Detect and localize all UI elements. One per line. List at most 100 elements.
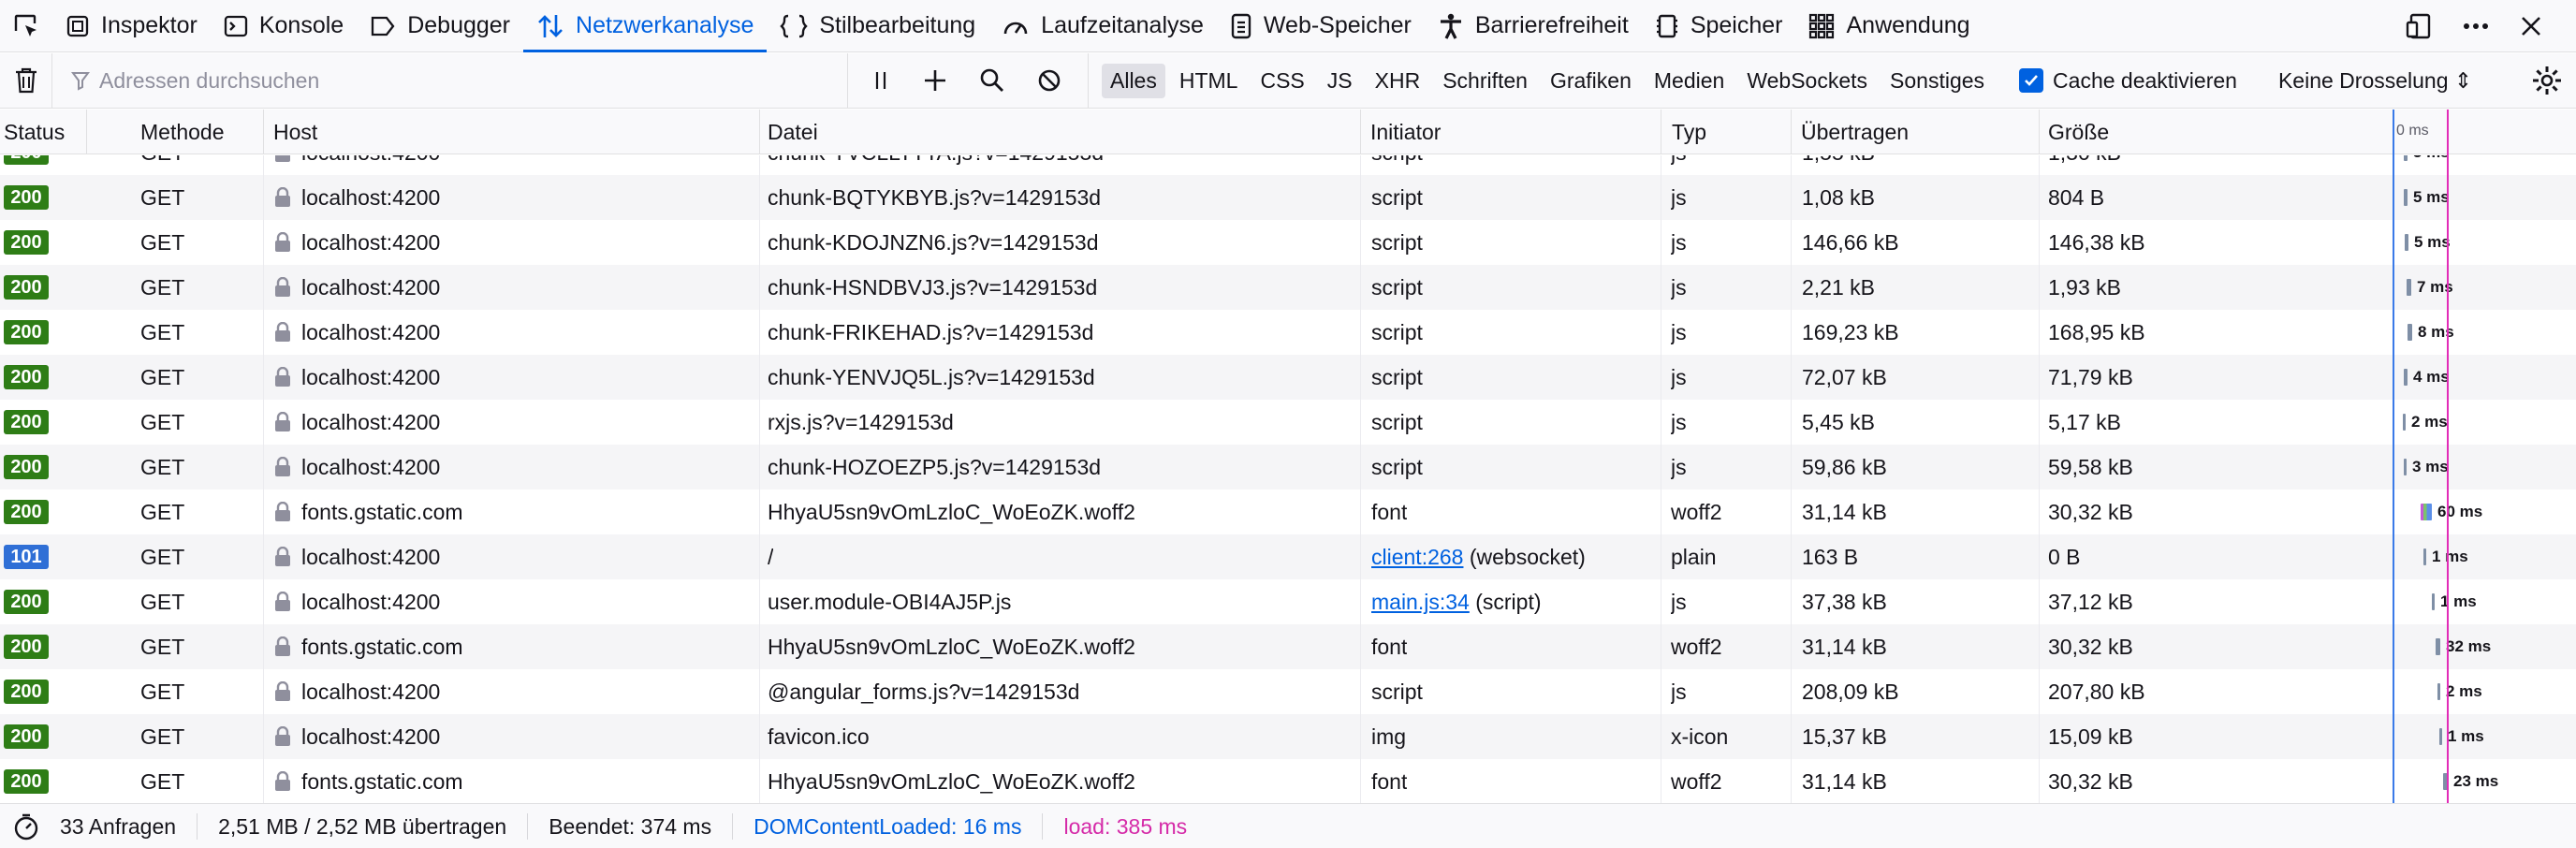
filter-button-alles[interactable]: Alles [1102,63,1165,98]
tab-label: Barrierefreiheit [1474,12,1629,38]
lock-icon [275,771,290,791]
file-cell: rxjs.js?v=1429153d [768,410,954,434]
column-header-timeline[interactable]: 0 ms [2393,110,2576,154]
request-row[interactable]: 200 GET fonts.gstatic.com HhyaU5sn9vOmLzloC… [0,759,2576,803]
filter-button-websockets[interactable]: WebSockets [1738,64,1876,98]
initiator-cause: (websocket) [1463,545,1586,569]
request-row[interactable]: 200 GET localhost:4200 chunk-BQTYKBYB.js?v=… [0,175,2576,220]
column-header-type[interactable]: Typ [1668,110,1706,154]
lock-icon [275,187,290,207]
network-settings-button[interactable] [2531,65,2563,103]
request-row[interactable]: 200 GET localhost:4200 chunk-HSNDBVJ3.js?v=… [0,265,2576,310]
request-row[interactable]: 200 GET fonts.gstatic.com HhyaU5sn9vOmLzloC… [0,490,2576,534]
filter-button-sonstiges[interactable]: Sonstiges [1881,64,1993,98]
search-icon[interactable] [979,67,1005,94]
lock-icon [275,412,290,431]
clear-requests-button[interactable] [0,52,52,109]
dock-side-icon[interactable] [2406,12,2434,40]
element-picker-button[interactable] [0,0,52,52]
add-icon[interactable] [923,68,947,93]
request-row[interactable]: 200 GET localhost:4200 user.module-OBI4AJ5P… [0,579,2576,624]
waterfall-bar [2439,728,2442,745]
performance-icon [1002,13,1030,39]
performance-analysis-button[interactable] [0,813,52,840]
tab-barrierefreiheit[interactable]: Barrierefreiheit [1425,0,1642,52]
tab-netzwerkanalyse[interactable]: Netzwerkanalyse [523,0,768,52]
load-marker [2447,110,2449,803]
tab-stilbearbeitung[interactable]: Stilbearbeitung [767,0,988,52]
accessibility-icon [1438,12,1464,40]
column-header-size[interactable]: Größe [2044,110,2109,154]
waterfall-bar [2423,548,2426,565]
waterfall-bar [2404,189,2408,206]
lock-icon [275,592,290,611]
tab-konsole[interactable]: Konsole [211,0,357,52]
request-row[interactable]: 200 GET localhost:4200 chunk-YENVJQ5L.js?v=… [0,355,2576,400]
host-cell: fonts.gstatic.com [301,769,463,794]
size-cell: 168,95 kB [2048,320,2145,344]
tab-laufzeitanalyse[interactable]: Laufzeitanalyse [988,0,1217,52]
disable-cache-toggle[interactable]: Cache deaktivieren [2019,68,2237,94]
size-cell: 71,79 kB [2048,365,2133,389]
timeline-start-label: 0 ms [2396,123,2429,139]
method-cell: GET [140,230,185,255]
waterfall-duration: 2 ms [2411,413,2448,431]
more-options-icon[interactable] [2462,12,2490,40]
lock-icon [275,636,290,656]
transferred-cell: 5,45 kB [1802,410,1875,434]
request-row[interactable]: 200 GET localhost:4200 favicon.ico img x-icon… [0,714,2576,759]
request-row[interactable]: 200 GET localhost:4200 chunk-FRIKEHAD.js?v=… [0,310,2576,355]
filter-button-xhr[interactable]: XHR [1367,64,1429,98]
tab-speicher[interactable]: Speicher [1642,0,1796,52]
filter-button-medien[interactable]: Medien [1646,64,1733,98]
tab-web-speicher[interactable]: Web-Speicher [1217,0,1425,52]
request-row[interactable]: 200 GET localhost:4200 rxjs.js?v=1429153d sc… [0,400,2576,445]
transferred-cell: 1,55 kB [1802,155,1875,175]
filter-button-css[interactable]: CSS [1251,64,1312,98]
block-icon[interactable] [1037,68,1061,93]
waterfall-duration: 4 ms [2413,368,2450,386]
method-cell: GET [140,410,185,434]
method-cell: GET [140,365,185,389]
method-cell: GET [140,455,185,479]
request-type-filters: Alles HTML CSS JS XHR Schriften Grafiken Medien… [1089,63,1993,98]
tab-debugger[interactable]: Debugger [357,0,523,52]
column-header-host[interactable]: Host [270,110,317,154]
file-cell: HhyaU5sn9vOmLzloC_WoEoZK.woff2 [768,769,1135,794]
request-row[interactable]: 200 GET localhost:4200 chunk-KDOJNZN6.js?v=… [0,220,2576,265]
host-cell: localhost:4200 [301,230,441,255]
request-row[interactable]: 200 GET localhost:4200 @angular_forms.js?v=… [0,669,2576,714]
transferred-cell: 31,14 kB [1802,769,1887,794]
column-header-status[interactable]: Status [0,110,65,154]
file-cell: chunk-KDOJNZN6.js?v=1429153d [768,230,1099,255]
request-row[interactable]: 101 GET localhost:4200 / client:268 (websock… [0,534,2576,579]
tab-inspektor[interactable]: Inspektor [52,0,211,52]
filter-button-js[interactable]: JS [1319,64,1361,98]
filter-button-grafiken[interactable]: Grafiken [1542,64,1640,98]
tab-anwendung[interactable]: Anwendung [1795,0,1983,52]
host-cell: localhost:4200 [301,185,441,210]
close-icon[interactable] [2518,13,2544,39]
initiator-link[interactable]: main.js:34 [1371,590,1470,614]
filter-button-html[interactable]: HTML [1171,64,1247,98]
file-cell: chunk-YVCLLTTTA.js?v=1429153d [768,155,1104,175]
request-row[interactable]: 200 GET localhost:4200 chunk-YVCLLTTTA.js?v… [0,155,2576,175]
request-row[interactable]: 200 GET fonts.gstatic.com HhyaU5sn9vOmLzloC… [0,624,2576,669]
column-header-file[interactable]: Datei [764,110,818,154]
type-cell: js [1671,185,1687,210]
status-badge: 200 [4,724,49,749]
column-header-transferred[interactable]: Übertragen [1797,110,1909,154]
initiator-link[interactable]: client:268 [1371,545,1463,569]
throttling-select[interactable]: Keine Drosselung ⇕ [2278,68,2472,94]
lock-icon [275,322,290,342]
disable-cache-checkbox[interactable] [2019,68,2044,93]
filter-button-schriften[interactable]: Schriften [1434,64,1536,98]
type-cell: woff2 [1671,635,1722,659]
waterfall-bar [2403,414,2406,431]
column-header-method[interactable]: Methode [137,110,225,154]
url-filter-input[interactable] [99,67,811,94]
host-cell: localhost:4200 [301,545,441,569]
pause-icon[interactable] [871,68,891,93]
request-row[interactable]: 200 GET localhost:4200 chunk-HOZOEZP5.js?v=… [0,445,2576,490]
column-header-initiator[interactable]: Initiator [1367,110,1441,154]
